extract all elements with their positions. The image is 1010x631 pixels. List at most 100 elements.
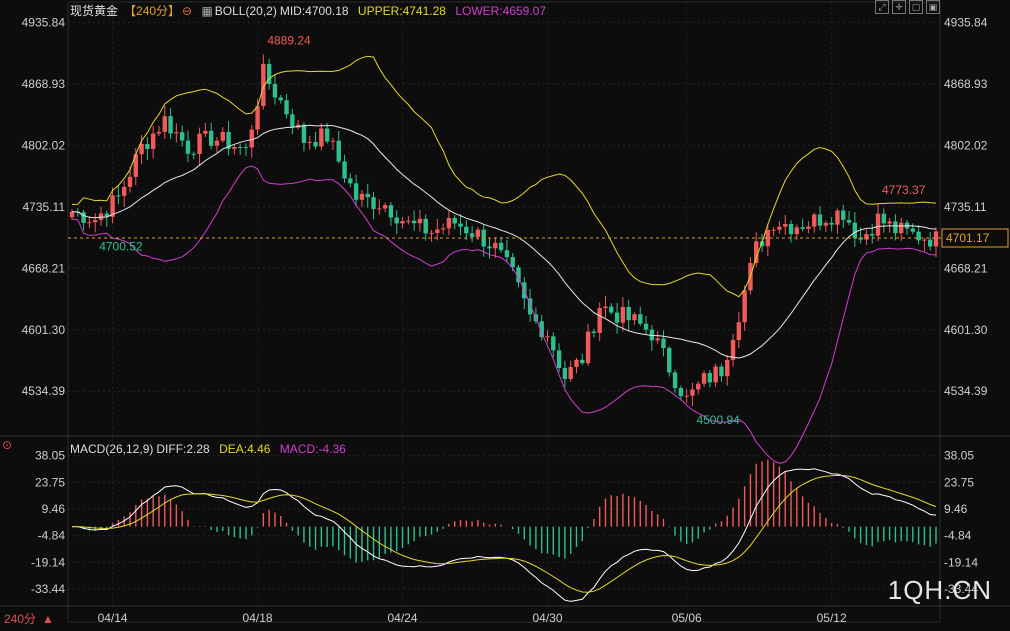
date-tick: 04/18 xyxy=(243,611,273,625)
candle-down xyxy=(788,224,794,235)
candles-group xyxy=(69,54,939,407)
macd-tick-left: 23.75 xyxy=(35,475,65,489)
candle-down xyxy=(301,124,307,143)
expand-icon[interactable]: ⤢ xyxy=(875,0,889,14)
price-tick-right: 4735.11 xyxy=(944,200,987,214)
candle-up xyxy=(92,220,98,223)
candle-up xyxy=(377,208,382,210)
price-chart-svg[interactable]: 4935.84 4935.84 4868.93 4868.93 4802.02 4802.… xyxy=(0,0,1010,626)
candle-down xyxy=(661,338,666,349)
price-tick-left: 4601.30 xyxy=(22,323,66,337)
chart-stage: 4935.84 4935.84 4868.93 4868.93 4802.02 4802.… xyxy=(0,0,1010,626)
extreme-label: 4700.52 xyxy=(99,239,143,253)
grid-icon[interactable]: ▦ xyxy=(201,4,212,18)
candle-up xyxy=(382,205,388,209)
date-tick: 05/06 xyxy=(672,611,702,625)
macd-tick-left: 38.05 xyxy=(35,449,65,463)
candle-up xyxy=(87,222,92,224)
candle-down xyxy=(580,359,585,364)
candle-down xyxy=(116,195,121,197)
plot-frame xyxy=(67,1,941,623)
candle-down xyxy=(394,217,399,224)
chart-toolbar: ⤢ ✛ ▢ ▣ xyxy=(875,0,940,14)
candle-up xyxy=(783,224,788,227)
candle-down xyxy=(284,100,289,115)
candle-up xyxy=(493,242,498,249)
candle-down xyxy=(371,197,376,209)
candle-down xyxy=(551,336,556,351)
candle-down xyxy=(556,350,562,368)
candle-up xyxy=(742,290,747,323)
candle-down xyxy=(707,373,713,383)
minus-circle-icon[interactable]: ⊖ xyxy=(182,4,192,18)
candle-up xyxy=(162,116,167,132)
candle-down xyxy=(469,233,475,237)
candle-up xyxy=(701,373,707,384)
candle-down xyxy=(846,219,852,223)
macd-dea: DEA:4.46 xyxy=(219,442,271,456)
candle-down xyxy=(272,83,278,98)
footer-period[interactable]: 240分 ▲ xyxy=(4,610,60,627)
candle-up xyxy=(440,228,446,230)
candle-up xyxy=(933,231,939,247)
candle-down xyxy=(881,213,887,224)
period-label[interactable]: 【240分】 xyxy=(124,4,180,18)
candle-down xyxy=(562,367,568,380)
macd-tick-right: -19.14 xyxy=(944,555,978,569)
candle-down xyxy=(452,217,457,224)
candle-up xyxy=(545,336,550,338)
macd-label: MACD(26,12,9) xyxy=(70,442,154,456)
boll-upper-line xyxy=(71,55,937,298)
macd-diff-line xyxy=(71,468,937,602)
candle-down xyxy=(388,205,394,218)
price-tick-right: 4868.93 xyxy=(944,77,988,91)
macd-dea-line xyxy=(72,474,937,593)
candle-up xyxy=(568,366,573,380)
price-tick-right: 4601.30 xyxy=(944,323,988,337)
price-tick-left: 4802.02 xyxy=(22,138,66,152)
candle-down xyxy=(800,227,805,229)
candle-up xyxy=(684,395,689,397)
candle-up xyxy=(806,226,811,229)
candle-down xyxy=(719,366,724,377)
boll-lower-line xyxy=(71,165,937,464)
current-price-label: 4701.17 xyxy=(946,231,990,245)
candle-down xyxy=(643,323,649,330)
boll-label: BOLL(20,2) xyxy=(214,4,277,18)
candle-up xyxy=(655,338,660,341)
candle-down xyxy=(870,234,875,236)
boll-upper: UPPER:4741.28 xyxy=(357,4,446,18)
candle-up xyxy=(574,359,579,367)
candle-down xyxy=(313,141,318,147)
candle-up xyxy=(220,131,225,141)
candle-down xyxy=(365,193,370,198)
crosshair-icon[interactable]: ✛ xyxy=(892,0,906,14)
candle-down xyxy=(464,226,469,234)
candle-down xyxy=(498,242,504,251)
candle-up xyxy=(585,331,591,364)
close-window-icon[interactable]: ▣ xyxy=(926,0,940,14)
window-icon[interactable]: ▢ xyxy=(909,0,923,14)
macd-tick-right: -4.84 xyxy=(944,529,972,543)
candle-down xyxy=(168,116,173,134)
candle-up xyxy=(725,359,730,377)
candle-down xyxy=(336,140,341,162)
macd-tick-left: -33.44 xyxy=(31,582,65,596)
candle-up xyxy=(887,221,892,224)
candle-down xyxy=(614,312,620,323)
candle-down xyxy=(910,228,916,232)
date-tick: 04/14 xyxy=(98,611,128,625)
candle-down xyxy=(411,220,417,224)
target-icon[interactable]: ⊙ xyxy=(2,438,18,452)
candle-down xyxy=(237,147,243,149)
candle-up xyxy=(603,306,608,309)
macd-tick-left: 9.46 xyxy=(42,502,66,516)
candle-up xyxy=(435,229,440,233)
candle-up xyxy=(823,222,829,226)
candle-up xyxy=(319,128,324,147)
candle-up xyxy=(406,220,411,222)
candle-down xyxy=(185,140,191,154)
candle-down xyxy=(841,210,846,220)
candle-down xyxy=(916,231,921,241)
candle-up xyxy=(812,214,817,227)
